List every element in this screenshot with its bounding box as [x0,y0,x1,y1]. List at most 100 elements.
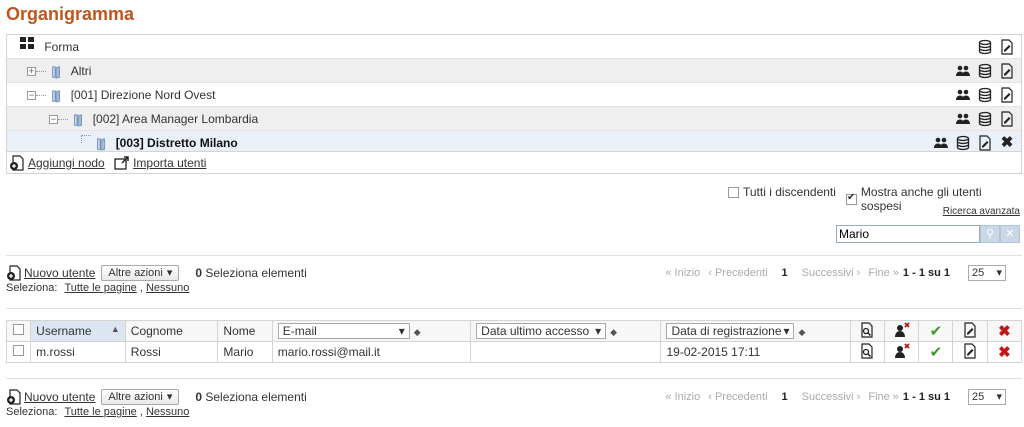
row-checkbox[interactable] [13,345,25,356]
delete-icon[interactable]: ✖ [998,344,1011,361]
per-page-select[interactable]: 25 ▾ [968,265,1006,281]
tree-row-002[interactable]: − [002] Area Manager Lombardia [7,107,1021,131]
edit-icon[interactable] [999,63,1015,79]
search-icon[interactable]: ⚲ [980,225,1000,243]
cell-surname: Rossi [124,341,219,363]
sort-icon[interactable]: ◆ [610,327,617,337]
select-none-link[interactable]: Nessuno [146,282,189,294]
edit-icon[interactable] [999,87,1015,103]
tree-label: Altri [70,64,92,78]
new-user-link[interactable]: Nuovo utente [24,390,95,404]
checkmark-icon[interactable]: ✔ [930,344,943,361]
tree-row-root[interactable]: Forma [7,35,1021,59]
caret-down-icon: ▾ [166,391,173,403]
select-all-pages-link[interactable]: Tutte le pagine [64,406,136,418]
database-icon[interactable] [977,87,993,103]
sort-icon[interactable]: ◆ [798,327,805,337]
view-icon[interactable] [859,342,875,359]
select-none-link[interactable]: Nessuno [146,406,189,418]
edit-icon[interactable] [999,111,1015,127]
cell-username: m.rossi [30,341,126,363]
suspend-user-icon[interactable] [894,321,910,338]
select-all-pages-link[interactable]: Tutte le pagine [64,282,136,294]
table-row[interactable]: m.rossi Rossi Mario mario.rossi@mail.it … [5,341,1023,363]
add-node-icon [9,155,25,171]
view-icon[interactable] [859,321,875,338]
sort-asc-icon: ▲ [110,324,120,334]
cell-email: mario.rossi@mail.it [271,341,472,363]
users-icon[interactable] [933,135,949,151]
add-node-link[interactable]: Aggiungi nodo [28,152,105,174]
collapse-icon[interactable]: − [49,115,58,125]
table-header-row: Username ▲ Cognome Nome E-mail ▾ ◆ Data ult… [5,320,1023,342]
select-row: Seleziona: Tutte le pagine , Nessuno [6,282,190,294]
edit-icon[interactable] [962,321,978,338]
all-descendants-checkbox[interactable] [728,186,739,198]
select-row: Seleziona: Tutte le pagine , Nessuno [6,406,190,418]
add-user-icon [6,389,22,405]
expand-icon[interactable]: + [27,67,36,77]
org-tree: Forma + Altri − [001] Direzione Nord Ove… [6,34,1022,174]
all-descendants-option[interactable]: Tutti i discendenti [728,185,836,199]
users-table: Username ▲ Cognome Nome E-mail ▾ ◆ Data ult… [5,320,1023,363]
other-actions-button[interactable]: Altre azioni ▾ [101,265,180,281]
pager-current: 1 [781,391,788,403]
pager-current: 1 [781,267,788,279]
collapse-icon[interactable]: − [27,91,36,101]
header-email: E-mail ▾ ◆ [271,320,472,342]
tree-label: Forma [44,40,80,54]
suspend-user-icon[interactable] [894,342,910,359]
database-icon[interactable] [955,135,971,151]
users-icon[interactable] [955,63,971,79]
pager-range: 1 - 1 su 1 [902,267,950,279]
pager-first[interactable]: « Inizio [665,267,700,279]
show-suspended-checkbox[interactable] [846,192,857,205]
caret-down-icon: ▾ [166,267,173,279]
email-filter-select[interactable]: E-mail ▾ [277,323,410,339]
header-surname[interactable]: Cognome [124,320,219,342]
select-all-checkbox[interactable] [13,324,25,335]
other-actions-button[interactable]: Altre azioni ▾ [101,389,180,405]
database-icon[interactable] [977,39,993,55]
tree-footer: Aggiungi nodo Importa utenti [7,151,1021,173]
delete-icon[interactable]: ✖ [998,323,1011,340]
tree-row-001[interactable]: − [001] Direzione Nord Ovest [7,83,1021,107]
cell-last-access [470,341,662,363]
cell-name: Mario [217,341,273,363]
pager-first[interactable]: « Inizio [665,391,700,403]
advanced-search-link[interactable]: Ricerca avanzata [943,206,1020,217]
add-user-icon [6,265,22,281]
edit-icon[interactable] [977,135,993,151]
sort-icon[interactable]: ◆ [414,327,421,337]
tree-label: [003] Distretto Milano [115,136,238,150]
pager-prev[interactable]: ‹ Precedenti [708,391,767,403]
users-icon[interactable] [955,87,971,103]
database-icon[interactable] [977,63,993,79]
tree-row-altri[interactable]: + Altri [7,59,1021,83]
registration-filter-select[interactable]: Data di registrazione ▾ [666,323,795,339]
header-registration: Data di registrazione ▾ ◆ [660,320,851,342]
per-page-select[interactable]: 25 ▾ [968,389,1006,405]
database-icon[interactable] [977,111,993,127]
import-users-link[interactable]: Importa utenti [133,152,206,174]
clear-icon[interactable]: ✕ [1000,225,1020,243]
new-user-link[interactable]: Nuovo utente [24,266,95,280]
header-username[interactable]: Username ▲ [30,320,126,342]
edit-icon[interactable] [962,342,978,359]
pager-prev[interactable]: ‹ Precedenti [708,267,767,279]
pager-last[interactable]: Fine » [868,391,899,403]
pager-next[interactable]: Successivi › [802,391,861,403]
last-access-filter-select[interactable]: Data ultimo accesso ▾ [476,323,607,339]
users-icon[interactable] [955,111,971,127]
search-input[interactable] [836,225,980,243]
checkmark-icon[interactable]: ✔ [930,323,943,340]
cell-registration: 19-02-2015 17:11 [660,341,851,363]
pager: « Inizio ‹ Precedenti 1 Successivi › Fin… [665,388,1006,406]
pager-last[interactable]: Fine » [868,267,899,279]
bottom-action-bar: Nuovo utente Altre azioni ▾ 0 Seleziona e… [6,388,1022,424]
top-action-bar: Nuovo utente Altre azioni ▾ 0 Seleziona e… [6,264,1022,300]
delete-icon[interactable]: ✖ [999,135,1015,151]
edit-icon[interactable] [999,39,1015,55]
pager-next[interactable]: Successivi › [802,267,861,279]
header-name[interactable]: Nome [217,320,273,342]
